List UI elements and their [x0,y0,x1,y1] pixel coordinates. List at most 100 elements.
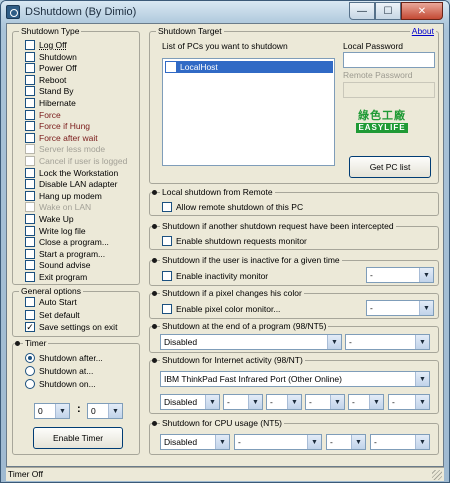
checkbox-label: Reboot [39,74,67,85]
radio-shutdown-after[interactable]: Shutdown after... [25,353,103,363]
cpu-mode-dropdown[interactable]: Disabled ▼ [160,434,230,450]
checkbox-reboot[interactable]: Reboot [25,74,67,85]
checkbox-force-if-hung[interactable]: Force if Hung [25,121,90,132]
checkbox-hibernate[interactable]: Hibernate [25,98,76,108]
program-end-dropdown-2[interactable]: - ▼ [345,334,430,350]
checkbox-box[interactable] [162,304,172,314]
checkbox-box[interactable]: ✓ [25,322,35,332]
internet-mode-dropdown[interactable]: Disabled ▼ [160,394,220,410]
checkbox-exit-program[interactable]: Exit program [25,272,87,282]
pixel-monitor-checkbox[interactable]: Enable pixel color monitor... [162,304,280,314]
minimize-button[interactable]: — [349,2,375,20]
checkbox-write-log-file[interactable]: Write log file [25,225,86,236]
checkbox-box[interactable] [162,202,172,212]
maximize-button[interactable]: ☐ [375,2,401,20]
checkbox-box[interactable] [25,156,35,166]
checkbox-box[interactable] [25,248,35,259]
checkbox-box[interactable] [25,297,35,307]
title-bar[interactable]: DShutdown (By Dimio) — ☐ ✕ [1,1,449,23]
radio-shutdown-at[interactable]: Shutdown at... [25,366,93,376]
checkbox-force[interactable]: Force [25,109,61,120]
cpu-dropdown-2[interactable]: - ▼ [326,434,366,450]
remote-password-field[interactable] [343,82,435,98]
checkbox-label: Wake Up [39,214,74,224]
checkbox-save-settings-on-exit[interactable]: ✓ Save settings on exit [25,322,117,332]
checkbox-force-after-wait[interactable]: Force after wait [25,132,98,143]
internet-dropdown-2[interactable]: - ▼ [266,394,302,410]
checkbox-box[interactable] [25,144,35,155]
radio-shutdown-on[interactable]: Shutdown on... [25,379,96,389]
checkbox-box[interactable] [162,271,172,281]
intercepted-title: Shutdown if another shutdown request hav… [160,221,396,231]
checkbox-box[interactable] [25,237,35,248]
checkbox-start-a-program[interactable]: Start a program... [25,248,105,259]
checkbox-box[interactable] [25,179,35,190]
checkbox-box[interactable] [25,225,35,236]
checkbox-label: Allow remote shutdown of this PC [176,202,304,212]
cpu-dropdown-3[interactable]: - ▼ [370,434,430,450]
get-pc-list-button[interactable]: Get PC list [349,156,431,178]
about-link[interactable]: About [409,26,436,36]
checkbox-box[interactable] [25,272,35,282]
section-bullet-icon [152,291,157,296]
radio-button[interactable] [25,353,35,363]
internet-dropdown-5[interactable]: - ▼ [388,394,430,410]
checkbox-box[interactable] [25,109,35,120]
radio-button[interactable] [25,379,35,389]
checkbox-box[interactable] [25,63,35,74]
checkbox-shutdown[interactable]: Shutdown [25,51,77,62]
inactivity-dropdown[interactable]: - ▼ [366,267,434,283]
internet-adapter-dropdown[interactable]: IBM ThinkPad Fast Infrared Port (Other O… [160,371,430,387]
allow-remote-checkbox[interactable]: Allow remote shutdown of this PC [162,202,303,212]
checkbox-box[interactable] [25,40,35,50]
checkbox-close-a-program[interactable]: Close a program... [25,237,109,248]
program-end-title: Shutdown at the end of a program (98/NT5… [160,321,329,331]
internet-dropdown-3[interactable]: - ▼ [305,394,345,410]
checkbox-box[interactable] [25,86,35,97]
checkbox-box[interactable] [25,190,35,201]
checkbox-log-off[interactable]: Log Off [25,40,67,50]
checkbox-box[interactable] [25,260,35,271]
checkbox-box[interactable] [25,132,35,143]
requests-monitor-checkbox[interactable]: Enable shutdown requests monitor [162,236,307,246]
resize-grip-icon[interactable] [432,470,442,480]
enable-timer-button[interactable]: Enable Timer [33,427,123,449]
checkbox-auto-start[interactable]: Auto Start [25,297,77,307]
close-button[interactable]: ✕ [401,2,443,20]
radio-label: Shutdown after... [39,353,103,363]
radio-button[interactable] [25,366,35,376]
internet-dropdown-1[interactable]: - ▼ [223,394,263,410]
local-password-field[interactable] [343,52,435,68]
minutes-dropdown[interactable]: 0 ▼ [87,403,123,419]
internet-dropdown-4[interactable]: - ▼ [348,394,384,410]
checkbox-disable-lan-adapter[interactable]: Disable LAN adapter [25,179,117,190]
checkbox-sound-advise[interactable]: Sound advise [25,260,91,271]
checkbox-box[interactable] [25,121,35,132]
pixel-dropdown[interactable]: - ▼ [366,300,434,316]
pc-checkbox[interactable]: ✓ [166,62,176,72]
dropdown-value: - [352,397,355,407]
checkbox-cancel-if-user-is-logged[interactable]: Cancel if user is logged [25,156,127,166]
cpu-dropdown-1[interactable]: - ▼ [234,434,322,450]
checkbox-box[interactable] [25,309,35,320]
checkbox-server-less-mode[interactable]: Server less mode [25,144,105,155]
checkbox-wake-up[interactable]: Wake Up [25,214,74,224]
checkbox-box[interactable] [25,98,35,108]
checkbox-box[interactable] [25,51,35,62]
hours-dropdown[interactable]: 0 ▼ [34,403,70,419]
list-item[interactable]: ✓ LocalHost [165,61,333,73]
inactivity-monitor-checkbox[interactable]: Enable inactivity monitor [162,271,268,281]
checkbox-set-default[interactable]: Set default [25,309,80,320]
checkbox-box[interactable] [25,202,35,213]
checkbox-hang-up-modem[interactable]: Hang up modem [25,190,102,201]
checkbox-lock-the-workstation[interactable]: Lock the Workstation [25,167,118,178]
checkbox-box[interactable] [25,214,35,224]
checkbox-wake-on-lan[interactable]: Wake on LAN [25,202,91,213]
program-end-dropdown[interactable]: Disabled ▼ [160,334,342,350]
pc-list[interactable]: ✓ LocalHost [162,58,335,166]
checkbox-stand-by[interactable]: Stand By [25,86,74,97]
checkbox-box[interactable] [25,167,35,178]
checkbox-box[interactable] [162,236,172,246]
checkbox-power-off[interactable]: Power Off [25,63,77,74]
checkbox-box[interactable] [25,74,35,85]
